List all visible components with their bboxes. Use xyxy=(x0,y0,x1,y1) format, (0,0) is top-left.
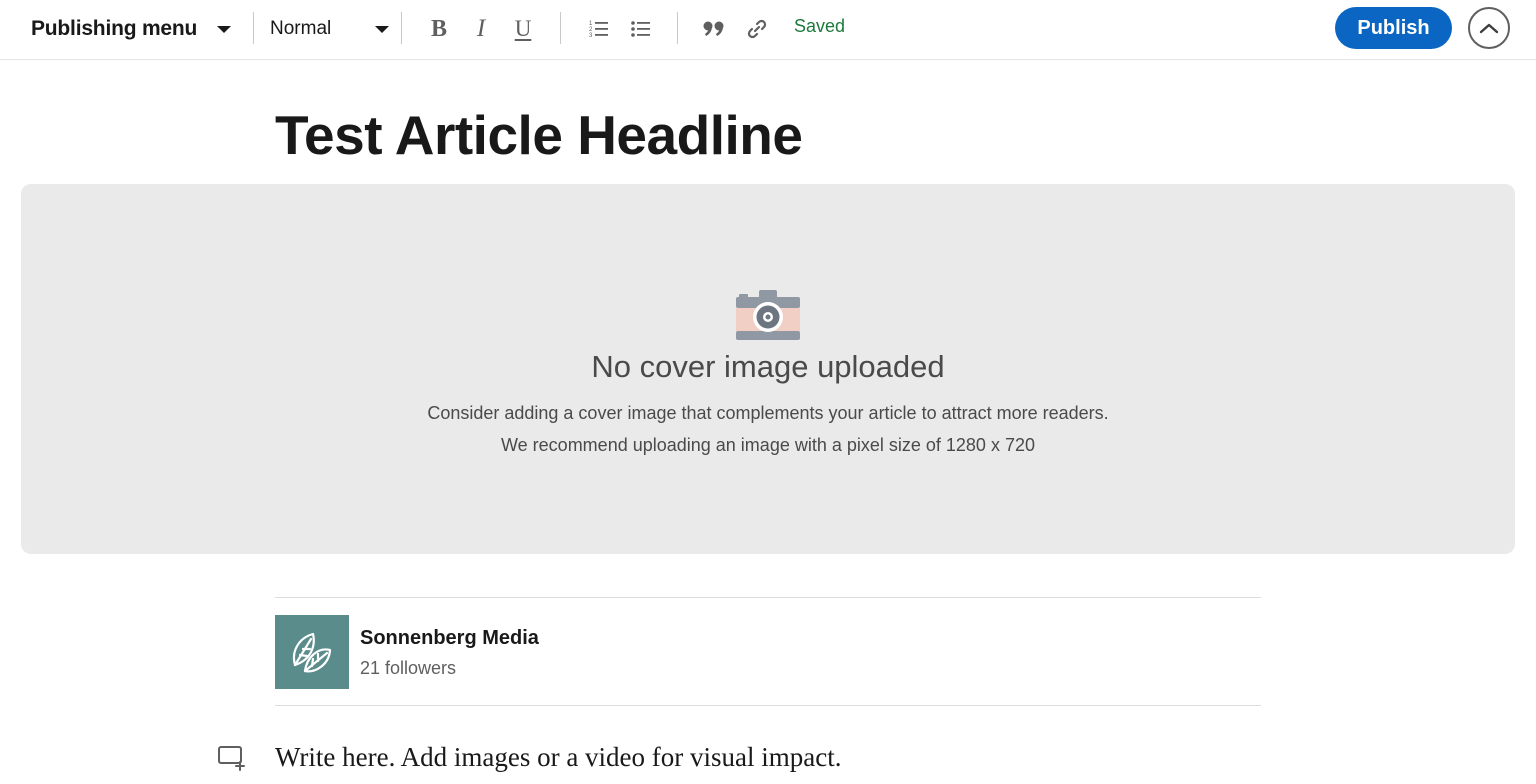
quote-icon xyxy=(703,21,724,36)
add-media-button[interactable] xyxy=(216,744,248,772)
author-name: Sonnenberg Media xyxy=(360,627,539,649)
link-button[interactable] xyxy=(740,12,774,46)
leaf-logo-icon xyxy=(292,632,332,673)
numbered-list-icon: 1 2 3 xyxy=(589,21,608,39)
cover-size-recommendation: We recommend uploading an image with a p… xyxy=(501,435,1035,455)
text-style-value: Normal xyxy=(270,18,332,39)
italic-icon: I xyxy=(476,15,486,42)
toolbar-divider xyxy=(401,12,402,44)
add-media-icon xyxy=(218,746,245,771)
cover-empty-title: No cover image uploaded xyxy=(591,349,945,384)
numbered-list-button[interactable]: 1 2 3 xyxy=(582,12,616,46)
article-body-placeholder[interactable]: Write here. Add images or a video for vi… xyxy=(275,742,842,773)
author-followers: 21 followers xyxy=(360,658,457,678)
chevron-up-icon xyxy=(1479,23,1499,34)
collapse-toolbar-button[interactable] xyxy=(1468,7,1510,49)
camera-icon xyxy=(736,290,800,340)
author-divider-top xyxy=(275,597,1261,598)
italic-button[interactable]: I xyxy=(464,12,498,46)
underline-icon: U xyxy=(514,16,532,41)
publishing-menu-label: Publishing menu xyxy=(31,17,198,40)
text-style-dropdown[interactable]: Normal xyxy=(270,14,390,44)
bold-button[interactable]: B xyxy=(422,12,456,46)
caret-down-icon xyxy=(217,25,232,33)
author-avatar xyxy=(275,615,349,689)
toolbar-divider xyxy=(560,12,561,44)
toolbar-divider xyxy=(253,12,254,44)
article-headline[interactable]: Test Article Headline xyxy=(275,100,803,170)
cover-hint-text: Consider adding a cover image that compl… xyxy=(427,403,1109,423)
bulleted-list-icon xyxy=(631,21,650,37)
save-status: Saved xyxy=(794,16,846,36)
caret-down-icon xyxy=(375,25,390,33)
editor-toolbar: Publishing menu Normal B I U 1 2 3 Saved… xyxy=(0,0,1536,60)
publishing-menu-dropdown[interactable]: Publishing menu xyxy=(31,14,232,44)
publish-button[interactable]: Publish xyxy=(1335,7,1452,49)
link-icon xyxy=(747,19,767,39)
svg-text:3: 3 xyxy=(589,33,593,39)
author-divider-bottom xyxy=(275,705,1261,706)
bulleted-list-button[interactable] xyxy=(624,12,658,46)
toolbar-divider xyxy=(677,12,678,44)
bold-icon: B xyxy=(430,15,447,42)
quote-button[interactable] xyxy=(697,12,731,46)
underline-button[interactable]: U xyxy=(506,12,540,46)
